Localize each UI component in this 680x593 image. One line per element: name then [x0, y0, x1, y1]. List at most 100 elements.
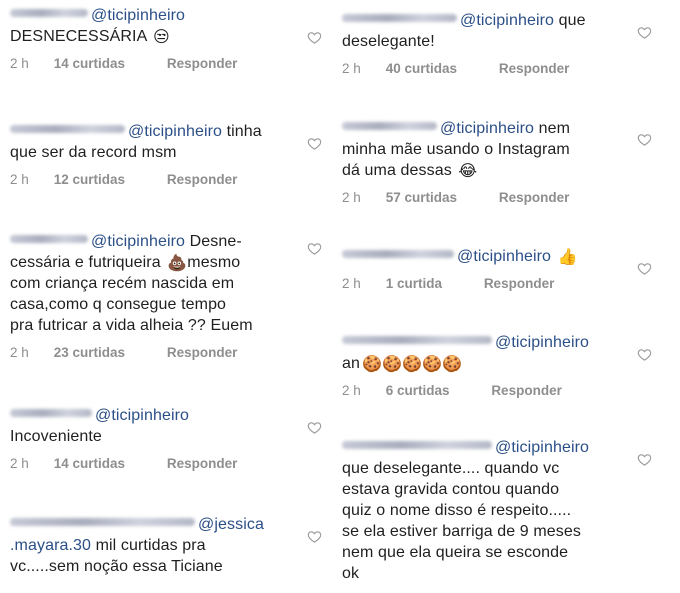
- comment-time: 2 h: [342, 190, 361, 205]
- cookie-emoji: 🍪🍪🍪🍪🍪: [362, 356, 463, 373]
- comment-line: minha mãe usando o Instagram: [342, 141, 570, 158]
- comment-text: @jessica .mayara.30 mil curtidas pra vc.…: [10, 514, 300, 577]
- reply-button[interactable]: Responder: [167, 455, 238, 473]
- comment-meta: 2 h 14 curtidas Responder: [10, 55, 300, 73]
- mention-link[interactable]: @ticipinheiro: [495, 334, 589, 351]
- likes-count[interactable]: 14 curtidas: [54, 455, 125, 473]
- blurred-username[interactable]: [342, 336, 492, 344]
- like-heart-icon[interactable]: [307, 420, 322, 435]
- comment-time: 2 h: [342, 276, 361, 291]
- likes-count[interactable]: 40 curtidas: [386, 60, 457, 78]
- mention-link[interactable]: .mayara.30: [10, 537, 91, 554]
- comment: @ticipinheiro que deselegante.... quando…: [342, 437, 637, 584]
- comment-line: ok: [342, 565, 360, 582]
- mention-link[interactable]: @ticipinheiro: [440, 120, 534, 137]
- reply-button[interactable]: Responder: [499, 189, 570, 207]
- comment: @ticipinheiro Desne- cessária e futrique…: [10, 231, 300, 362]
- mention-link[interactable]: @jessica: [198, 516, 264, 533]
- comment-line: que: [554, 12, 586, 29]
- comment: @jessica .mayara.30 mil curtidas pra vc.…: [10, 514, 300, 577]
- comment-line: pra futricar a vida alheia ?? Euem: [10, 317, 253, 334]
- like-heart-icon[interactable]: [637, 452, 652, 467]
- likes-count[interactable]: 6 curtidas: [386, 382, 450, 400]
- reply-button[interactable]: Responder: [167, 55, 238, 73]
- mention-link[interactable]: @ticipinheiro: [91, 7, 185, 24]
- comment-line: tinha: [222, 123, 262, 140]
- likes-count[interactable]: 1 curtida: [386, 275, 442, 293]
- comment-text: @ticipinheiro que deselegante.... quando…: [342, 437, 637, 584]
- comment-text: @ticipinheiro nem minha mãe usando o Ins…: [342, 118, 637, 181]
- mention-link[interactable]: @ticipinheiro: [460, 12, 554, 29]
- comment-meta: 2 h 57 curtidas Responder: [342, 189, 637, 207]
- comment-line: dá uma dessas: [342, 162, 452, 179]
- mention-link[interactable]: @ticipinheiro: [95, 407, 189, 424]
- comment-line: quiz o nome disso é respeito.....: [342, 502, 572, 519]
- comment-time: 2 h: [10, 56, 29, 71]
- reply-button[interactable]: Responder: [167, 344, 238, 362]
- comment: @ticipinheiro tinha que ser da record ms…: [10, 121, 300, 189]
- comment-text: @ticipinheiro tinha que ser da record ms…: [10, 121, 300, 163]
- pile-of-poo-emoji: 💩: [167, 255, 188, 272]
- comment-line: an: [342, 355, 360, 372]
- comment-line: mil curtidas pra: [91, 537, 206, 554]
- reply-button[interactable]: Responder: [484, 275, 555, 293]
- mention-link[interactable]: @ticipinheiro: [495, 439, 589, 456]
- mention-link[interactable]: @ticipinheiro: [457, 248, 551, 265]
- blurred-username[interactable]: [10, 9, 88, 17]
- likes-count[interactable]: 23 curtidas: [54, 344, 125, 362]
- comment-text: @ticipinheiro que deselegante!: [342, 10, 637, 52]
- like-heart-icon[interactable]: [637, 347, 652, 362]
- like-heart-icon[interactable]: [307, 30, 322, 45]
- comment-text: @ticipinheiro Desne- cessária e futrique…: [10, 231, 300, 336]
- comment-line: vc.....sem noção essa Ticiane: [10, 558, 223, 575]
- blurred-username[interactable]: [10, 125, 125, 133]
- blurred-username[interactable]: [342, 14, 457, 22]
- comment-time: 2 h: [10, 456, 29, 471]
- comment-meta: 2 h 14 curtidas Responder: [10, 455, 300, 473]
- mention-link[interactable]: @ticipinheiro: [128, 123, 222, 140]
- comment-meta: 2 h 40 curtidas Responder: [342, 60, 637, 78]
- comment-line: nem: [534, 120, 571, 137]
- comment-line: se ela estiver barriga de 9 meses: [342, 523, 581, 540]
- like-heart-icon[interactable]: [637, 132, 652, 147]
- comment: @ticipinheiro Incoveniente 2 h 14 curtid…: [10, 405, 300, 473]
- reply-button[interactable]: Responder: [491, 382, 562, 400]
- likes-count[interactable]: 12 curtidas: [54, 171, 125, 189]
- mention-link[interactable]: @ticipinheiro: [91, 233, 185, 250]
- blurred-username[interactable]: [10, 235, 88, 243]
- comment-line: DESNECESSÁRIA: [10, 28, 147, 45]
- comment-time: 2 h: [342, 61, 361, 76]
- comment-meta: 2 h 1 curtida Responder: [342, 275, 637, 293]
- comment: @ticipinheiro DESNECESSÁRIA 😒 2 h 14 cur…: [10, 5, 300, 73]
- tears-of-joy-emoji: 😂: [458, 163, 478, 180]
- like-heart-icon[interactable]: [307, 241, 322, 256]
- comment: @ticipinheiro 👍 2 h 1 curtida Responder: [342, 246, 637, 293]
- reply-button[interactable]: Responder: [499, 60, 570, 78]
- comment-time: 2 h: [10, 345, 29, 360]
- blurred-username[interactable]: [342, 441, 492, 449]
- comment-text: @ticipinheiro DESNECESSÁRIA 😒: [10, 5, 300, 47]
- like-heart-icon[interactable]: [307, 529, 322, 544]
- blurred-username[interactable]: [10, 409, 92, 417]
- comment-line: cessária e futriqueira: [10, 254, 161, 271]
- blurred-username[interactable]: [10, 518, 195, 526]
- comment-time: 2 h: [342, 383, 361, 398]
- blurred-username[interactable]: [342, 250, 454, 258]
- like-heart-icon[interactable]: [637, 261, 652, 276]
- comment-time: 2 h: [10, 172, 29, 187]
- comment-line: deselegante!: [342, 33, 435, 50]
- like-heart-icon[interactable]: [307, 136, 322, 151]
- like-heart-icon[interactable]: [637, 25, 652, 40]
- reply-button[interactable]: Responder: [167, 171, 238, 189]
- comment-text: @ticipinheiro Incoveniente: [10, 405, 300, 447]
- comment-line: que deselegante.... quando vc: [342, 460, 560, 477]
- comment-meta: 2 h 12 curtidas Responder: [10, 171, 300, 189]
- likes-count[interactable]: 14 curtidas: [54, 55, 125, 73]
- blurred-username[interactable]: [342, 122, 437, 130]
- comment: @ticipinheiro an 🍪🍪🍪🍪🍪 2 h 6 curtidas Res…: [342, 332, 637, 400]
- comment-line: nem que ela queira se esconde: [342, 544, 569, 561]
- comment-line: que ser da record msm: [10, 144, 177, 161]
- likes-count[interactable]: 57 curtidas: [386, 189, 457, 207]
- comment: @ticipinheiro nem minha mãe usando o Ins…: [342, 118, 637, 207]
- comment-line: estava gravida contou quando: [342, 481, 560, 498]
